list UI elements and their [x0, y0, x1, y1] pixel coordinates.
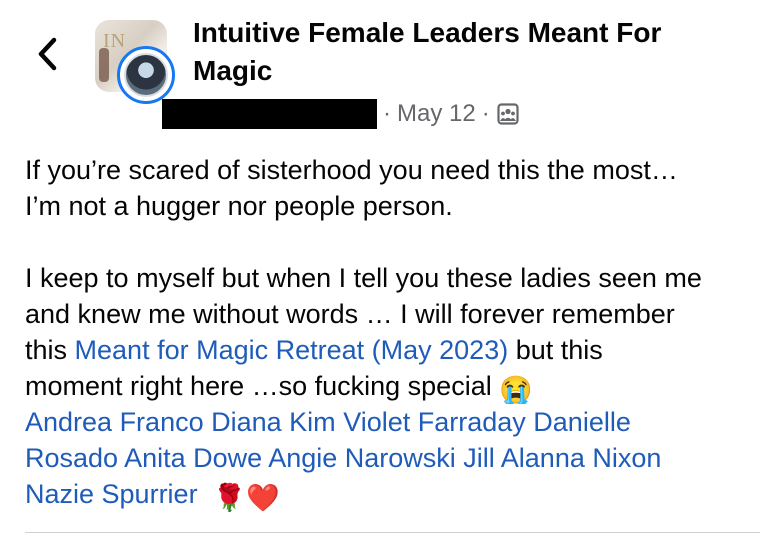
- tag-angie-narowski[interactable]: Angie Narowski: [268, 443, 456, 473]
- tags-line: Andrea Franco Diana Kim Violet Farraday …: [25, 404, 760, 440]
- group-photo-detail: [99, 48, 109, 82]
- tag-violet-farraday[interactable]: Violet Farraday: [343, 407, 526, 437]
- tag-andrea-franco[interactable]: Andrea Franco: [25, 407, 204, 437]
- redacted-author-name: [162, 99, 377, 129]
- post-line: this Meant for Magic Retreat (May 2023) …: [25, 332, 760, 368]
- post-line: and knew me without words … I will forev…: [25, 299, 675, 329]
- retreat-link[interactable]: Meant for Magic Retreat (May 2023): [75, 335, 509, 365]
- tag-danielle-rosado[interactable]: Danielle: [533, 407, 631, 437]
- back-button[interactable]: [30, 34, 66, 74]
- meta-separator: ·: [383, 100, 391, 127]
- chevron-left-icon: [38, 37, 57, 71]
- post-text-fragment: moment right here …so fucking special: [25, 371, 492, 401]
- tags-line: Nazie Spurrier 🌹❤️: [25, 476, 760, 512]
- meta-separator: ·: [481, 100, 490, 127]
- rose-emoji: 🌹: [212, 483, 247, 512]
- post-line: If you’re scared of sisterhood you need …: [25, 155, 678, 185]
- user-photo: [124, 53, 168, 97]
- post-text: If you’re scared of sisterhood you need …: [25, 152, 760, 512]
- heart-emoji: ❤️: [246, 483, 280, 512]
- tags-line: Rosado Anita Dowe Angie Narowski Jill Al…: [25, 440, 760, 476]
- tag-nazie-spurrier[interactable]: Nazie Spurrier: [25, 479, 198, 509]
- post-text-fragment: but this: [508, 335, 603, 365]
- tag-jill-alanna-nixon[interactable]: Jill Alanna Nixon: [463, 443, 661, 473]
- post-meta: · May 12 ·: [162, 98, 520, 130]
- tag-anita-dowe[interactable]: Anita Dowe: [124, 443, 262, 473]
- post-line: I’m not a hugger nor people person.: [25, 191, 453, 221]
- group-audience-icon[interactable]: [496, 102, 520, 126]
- post-line: I keep to myself but when I tell you the…: [25, 263, 702, 293]
- tag-diana-kim[interactable]: Diana Kim: [211, 407, 336, 437]
- post-text-fragment: this: [25, 335, 75, 365]
- post-divider: [25, 532, 760, 533]
- crying-emoji: 😭: [499, 375, 533, 404]
- user-avatar[interactable]: [117, 46, 175, 104]
- post-line: moment right here …so fucking special 😭: [25, 368, 760, 404]
- group-name[interactable]: Intuitive Female Leaders Meant For Magic: [193, 14, 733, 90]
- tag-danielle-rosado[interactable]: Rosado: [25, 443, 118, 473]
- post-date[interactable]: May 12: [397, 100, 476, 128]
